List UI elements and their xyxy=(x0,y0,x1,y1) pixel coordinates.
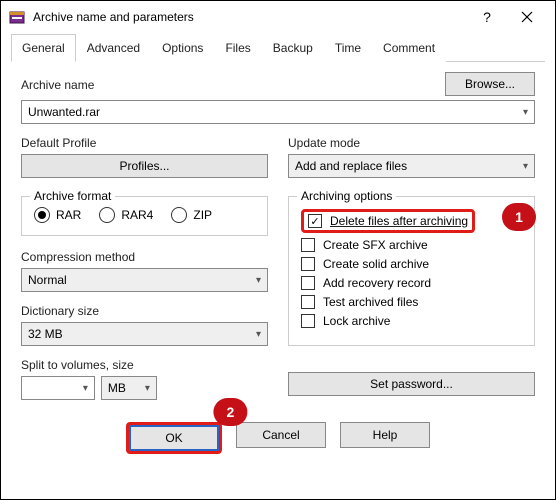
compression-combo[interactable]: Normal ▾ xyxy=(21,268,268,292)
browse-button[interactable]: Browse... xyxy=(445,72,535,96)
checkbox-icon xyxy=(301,238,315,252)
titlebar: Archive name and parameters ? xyxy=(1,1,555,33)
dictionary-label: Dictionary size xyxy=(21,304,268,318)
checkbox-icon xyxy=(308,214,322,228)
chevron-down-icon: ▾ xyxy=(256,275,261,286)
archiving-options-label: Archiving options xyxy=(297,189,396,203)
radio-icon xyxy=(34,207,50,223)
radio-zip[interactable]: ZIP xyxy=(171,207,212,223)
compression-value: Normal xyxy=(28,273,67,287)
callout-1: 1 xyxy=(502,203,536,231)
split-label: Split to volumes, size xyxy=(21,358,268,372)
update-mode-combo[interactable]: Add and replace files ▾ xyxy=(288,154,535,178)
default-profile-label: Default Profile xyxy=(21,136,268,150)
check-lock[interactable]: Lock archive xyxy=(301,314,522,328)
tab-backup[interactable]: Backup xyxy=(262,34,324,62)
radio-icon xyxy=(99,207,115,223)
chevron-down-icon: ▾ xyxy=(523,161,528,172)
radio-rar[interactable]: RAR xyxy=(34,207,81,223)
profiles-button[interactable]: Profiles... xyxy=(21,154,268,178)
close-button[interactable] xyxy=(507,1,547,33)
check-sfx[interactable]: Create SFX archive xyxy=(301,238,522,252)
tab-time[interactable]: Time xyxy=(324,34,372,62)
check-test[interactable]: Test archived files xyxy=(301,295,522,309)
radio-rar4[interactable]: RAR4 xyxy=(99,207,153,223)
chevron-down-icon: ▾ xyxy=(523,107,528,118)
split-size-input[interactable]: ▾ xyxy=(21,376,95,400)
checkbox-icon xyxy=(301,295,315,309)
tabs: General Advanced Options Files Backup Ti… xyxy=(11,33,545,62)
help-button-bottom[interactable]: Help xyxy=(340,422,430,448)
split-unit-value: MB xyxy=(108,381,126,395)
tab-general[interactable]: General xyxy=(11,34,76,62)
update-mode-label: Update mode xyxy=(288,136,535,150)
update-mode-value: Add and replace files xyxy=(295,159,407,173)
chevron-down-icon: ▾ xyxy=(256,329,261,340)
checkbox-icon xyxy=(301,314,315,328)
chevron-down-icon: ▾ xyxy=(83,383,88,394)
archiving-options-group: Archiving options Delete files after arc… xyxy=(288,196,535,346)
app-icon xyxy=(9,9,25,25)
cancel-button[interactable]: Cancel xyxy=(236,422,326,448)
checkbox-icon xyxy=(301,276,315,290)
tab-files[interactable]: Files xyxy=(214,34,261,62)
archive-name-label: Archive name xyxy=(21,78,433,92)
dictionary-value: 32 MB xyxy=(28,327,63,341)
check-recovery[interactable]: Add recovery record xyxy=(301,276,522,290)
archive-format-group: Archive format RAR RAR4 ZIP xyxy=(21,196,268,236)
help-button[interactable]: ? xyxy=(467,1,507,33)
callout-2: 2 xyxy=(213,398,247,426)
window-title: Archive name and parameters xyxy=(33,10,467,24)
set-password-button[interactable]: Set password... xyxy=(288,372,535,396)
check-solid[interactable]: Create solid archive xyxy=(301,257,522,271)
archive-format-label: Archive format xyxy=(30,189,115,203)
tab-options[interactable]: Options xyxy=(151,34,214,62)
dictionary-combo[interactable]: 32 MB ▾ xyxy=(21,322,268,346)
compression-label: Compression method xyxy=(21,250,268,264)
ok-highlight: OK xyxy=(126,422,222,454)
split-unit-combo[interactable]: MB ▾ xyxy=(101,376,157,400)
chevron-down-icon: ▾ xyxy=(145,383,150,394)
ok-button[interactable]: OK xyxy=(129,425,219,451)
check-delete-after-archiving[interactable]: Delete files after archiving xyxy=(301,209,475,233)
tab-advanced[interactable]: Advanced xyxy=(76,34,151,62)
archive-name-value: Unwanted.rar xyxy=(28,105,100,119)
tab-comment[interactable]: Comment xyxy=(372,34,446,62)
radio-icon xyxy=(171,207,187,223)
archive-name-input[interactable]: Unwanted.rar ▾ xyxy=(21,100,535,124)
checkbox-icon xyxy=(301,257,315,271)
